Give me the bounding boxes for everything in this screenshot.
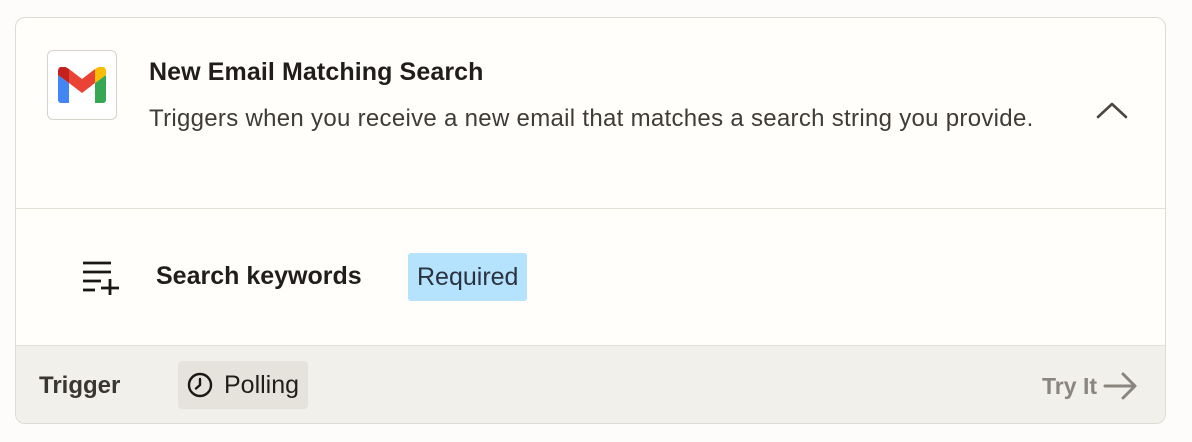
trigger-description: Triggers when you receive a new email th… [149, 105, 1034, 132]
collapse-button[interactable] [1090, 88, 1134, 132]
search-keywords-label: Search keywords [156, 262, 362, 290]
app-icon-frame [47, 50, 117, 120]
required-badge: Required [408, 253, 528, 301]
trigger-fields: Search keywords Required [16, 209, 1165, 345]
trigger-header[interactable]: New Email Matching Search Triggers when … [16, 18, 1165, 209]
clock-icon [187, 372, 213, 398]
try-it-label: Try It [1042, 372, 1097, 399]
arrow-right-icon [1103, 372, 1137, 400]
gmail-icon [58, 67, 106, 103]
polling-label: Polling [224, 370, 300, 399]
try-it-button[interactable]: Try It [1042, 366, 1139, 406]
chevron-up-icon [1096, 102, 1128, 119]
polling-badge: Polling [178, 361, 309, 409]
trigger-footer: Trigger Polling Try It [16, 345, 1165, 423]
trigger-card: New Email Matching Search Triggers when … [15, 17, 1166, 424]
step-type-label: Trigger [39, 372, 121, 399]
add-list-icon [83, 261, 119, 295]
trigger-title: New Email Matching Search [149, 58, 484, 86]
